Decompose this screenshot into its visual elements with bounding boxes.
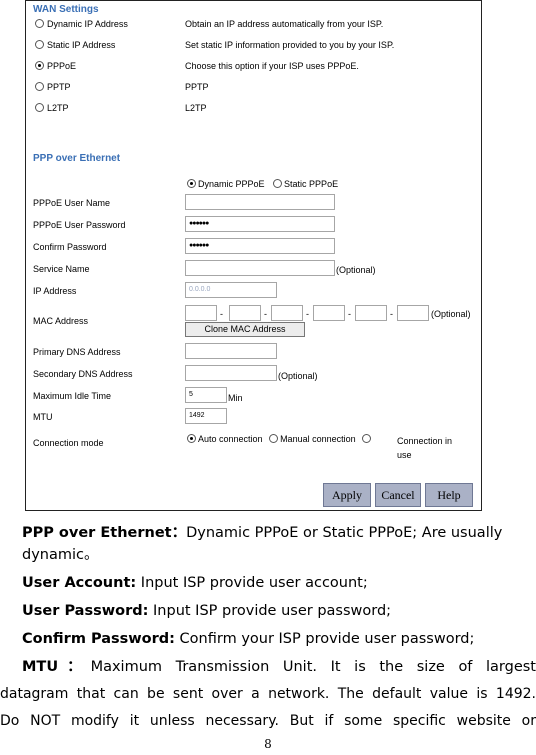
static-ip-label: Static IP Address <box>47 40 116 50</box>
mac-octet-3-input[interactable] <box>271 305 303 321</box>
user-name-label: PPPoE User Name <box>33 198 111 208</box>
confirm-password-input[interactable]: ●●●●●● <box>185 238 335 254</box>
confirm-password-label: Confirm Password <box>33 242 107 252</box>
mac-octet-6-input[interactable] <box>397 305 429 321</box>
connection-in-use-radio[interactable] <box>362 434 372 443</box>
secondary-dns-label: Secondary DNS Address <box>33 369 133 379</box>
connection-in-use-label: Connection in use <box>397 436 453 460</box>
doc-line-1: PPP over Ethernet：Dynamic PPPoE or Stati… <box>22 522 536 544</box>
connection-mode-label: Connection mode <box>33 438 104 448</box>
service-name-optional: (Optional) <box>336 265 376 275</box>
manual-connection-radio[interactable] <box>269 434 279 443</box>
doc-line-8: Do NOT modify it unless necessary. But i… <box>0 713 536 729</box>
pppoe-mode-group: Dynamic PPPoE Static PPPoE <box>187 179 338 189</box>
mac-address-label: MAC Address <box>33 316 89 326</box>
term-confirm-password: Confirm Password: <box>22 631 175 647</box>
dynamic-ip-desc: Obtain an IP address automatically from … <box>185 19 384 29</box>
primary-dns-input[interactable] <box>185 343 277 359</box>
dynamic-pppoe-radio[interactable] <box>187 179 196 188</box>
max-idle-input[interactable]: 5 <box>185 387 227 403</box>
clone-mac-button[interactable]: Clone MAC Address <box>185 322 305 337</box>
service-name-input[interactable] <box>185 260 335 276</box>
secondary-dns-input[interactable] <box>185 365 277 381</box>
term-user-account: User Account: <box>22 575 137 591</box>
user-password-input[interactable]: ●●●●●● <box>185 216 335 232</box>
mac-octet-2-input[interactable] <box>229 305 261 321</box>
static-ip-desc: Set static IP information provided to yo… <box>185 40 395 50</box>
static-pppoe-radio[interactable] <box>273 179 283 188</box>
mac-separator: - <box>220 309 223 319</box>
wan-settings-title: WAN Settings <box>33 4 99 15</box>
pptp-radio[interactable] <box>35 82 44 91</box>
router-settings-screenshot: WAN Settings Dynamic IP Address Obtain a… <box>25 0 482 511</box>
dynamic-ip-label: Dynamic IP Address <box>47 19 128 29</box>
doc-line-2: dynamic。 <box>22 547 99 563</box>
min-unit-label: Min <box>228 393 243 403</box>
cancel-button[interactable]: Cancel <box>375 483 421 507</box>
doc-line-3: User Account: Input ISP provide user acc… <box>22 572 536 594</box>
auto-connection-radio[interactable] <box>187 434 196 443</box>
l2tp-radio[interactable] <box>35 103 44 112</box>
connection-mode-group: Auto connection Manual connection <box>187 434 373 444</box>
doc-line-7: datagram that can be sent over a network… <box>0 686 536 702</box>
mtu-label: MTU <box>33 412 53 422</box>
user-password-label: PPPoE User Password <box>33 220 126 230</box>
mac-separator: - <box>348 309 351 319</box>
static-pppoe-label: Static PPPoE <box>284 179 339 189</box>
pppoe-desc: Choose this option if your ISP uses PPPo… <box>185 61 359 71</box>
pptp-desc: PPTP <box>185 82 209 92</box>
mac-separator: - <box>306 309 309 319</box>
pptp-label: PPTP <box>47 82 71 92</box>
term-ppp-over-ethernet: PPP over Ethernet： <box>22 525 187 541</box>
pppoe-label: PPPoE <box>47 61 77 71</box>
mtu-input[interactable]: 1492 <box>185 408 227 424</box>
auto-connection-label: Auto connection <box>198 434 263 444</box>
term-user-password: User Password: <box>22 603 149 619</box>
l2tp-desc: L2TP <box>185 103 207 113</box>
ip-address-input[interactable]: 0.0.0.0 <box>185 282 277 298</box>
doc-line-6: MTU：Maximum Transmission Unit. It is the… <box>22 656 536 678</box>
max-idle-label: Maximum Idle Time <box>33 391 112 401</box>
primary-dns-label: Primary DNS Address <box>33 347 121 357</box>
help-button[interactable]: Help <box>425 483 473 507</box>
pppoe-radio[interactable] <box>35 61 44 70</box>
doc-line-5: Confirm Password: Confirm your ISP provi… <box>22 628 536 650</box>
mac-separator: - <box>264 309 267 319</box>
static-ip-radio[interactable] <box>35 40 44 49</box>
secondary-dns-optional: (Optional) <box>278 371 318 381</box>
doc-line-1-text: Dynamic PPPoE or Static PPPoE; Are usual… <box>186 525 503 541</box>
doc-line-6-text: Maximum Transmission Unit. It is the siz… <box>90 659 536 675</box>
dynamic-pppoe-label: Dynamic PPPoE <box>198 179 265 189</box>
mac-octet-5-input[interactable] <box>355 305 387 321</box>
term-mtu: MTU： <box>22 659 91 675</box>
page-number: 8 <box>264 737 272 751</box>
dynamic-ip-radio[interactable] <box>35 19 44 28</box>
apply-button[interactable]: Apply <box>323 483 371 507</box>
doc-line-4: User Password: Input ISP provide user pa… <box>22 600 536 622</box>
mac-separator: - <box>390 309 393 319</box>
user-name-input[interactable] <box>185 194 335 210</box>
manual-connection-label: Manual connection <box>280 434 356 444</box>
doc-line-5-text: Confirm your ISP provide user password; <box>174 631 475 647</box>
l2tp-label: L2TP <box>47 103 69 113</box>
ppp-section-title: PPP over Ethernet <box>33 153 121 164</box>
doc-line-3-text: Input ISP provide user account; <box>136 575 368 591</box>
doc-line-4-text: Input ISP provide user password; <box>148 603 392 619</box>
ip-address-label: IP Address <box>33 286 77 296</box>
mac-octet-1-input[interactable] <box>185 305 217 321</box>
mac-optional: (Optional) <box>431 309 471 319</box>
service-name-label: Service Name <box>33 264 90 274</box>
mac-octet-4-input[interactable] <box>313 305 345 321</box>
